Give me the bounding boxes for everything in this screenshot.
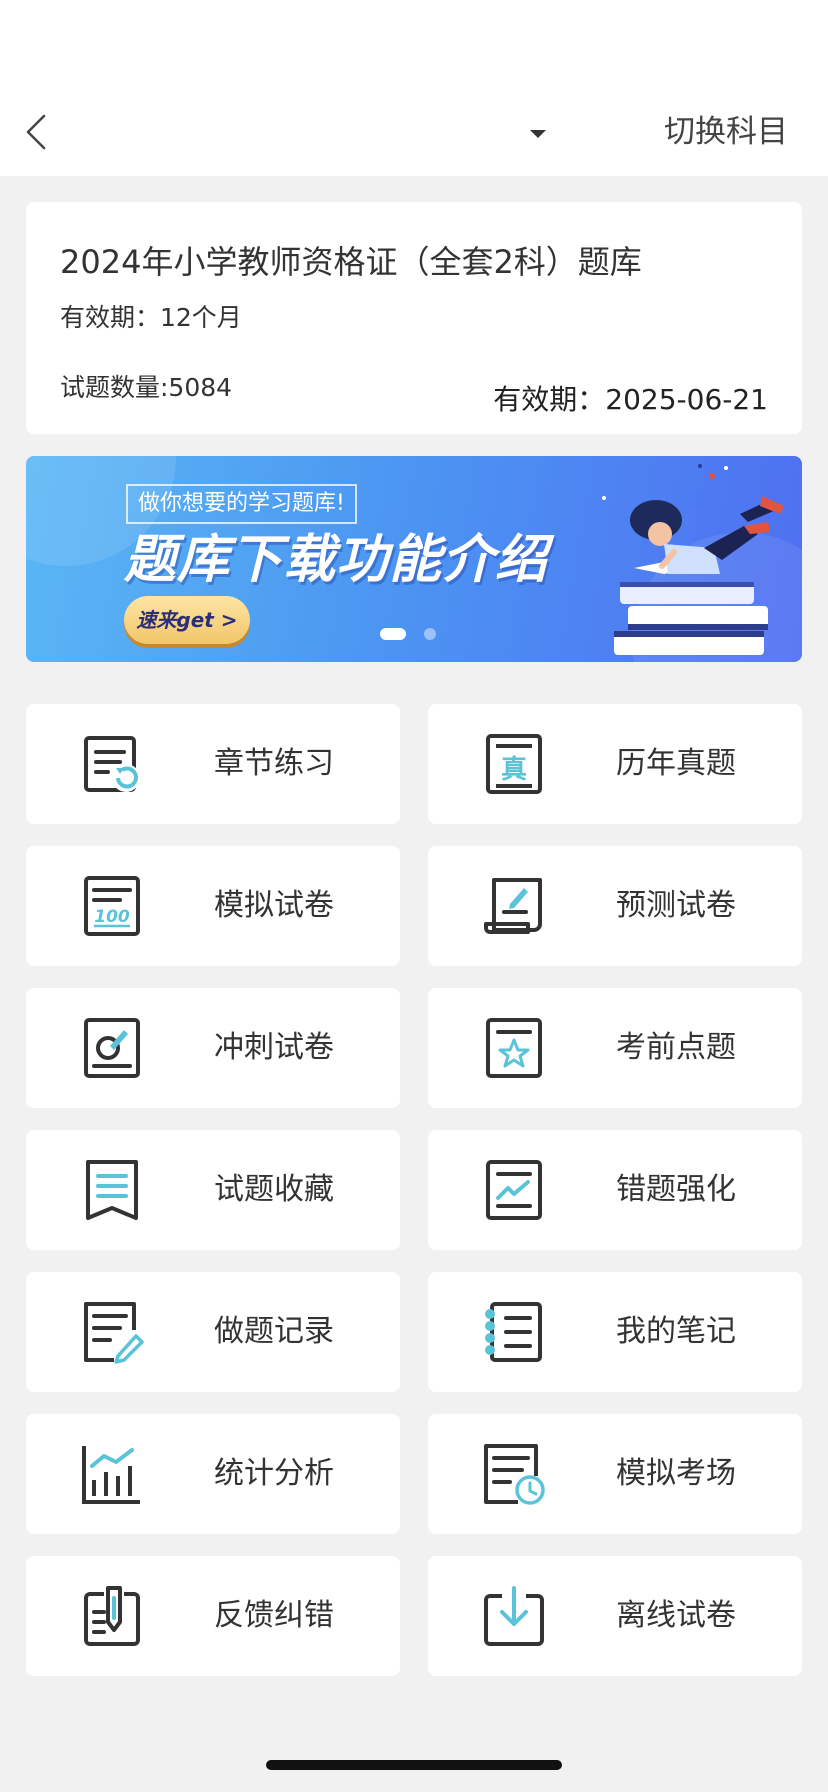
menu-chapter-practice[interactable]: 章节练习 (26, 704, 400, 824)
menu-label: 错题强化 (616, 1172, 736, 1207)
reading-girl-illustration (602, 464, 784, 655)
past-exams-icon: 真 (486, 734, 542, 794)
menu-past-exams[interactable]: 真 历年真题 (428, 704, 802, 824)
favorites-icon (86, 1160, 138, 1220)
subject-dropdown-button[interactable] (516, 114, 560, 154)
svg-text:100: 100 (94, 907, 130, 927)
svg-text:真: 真 (501, 755, 527, 785)
banner-cta-button[interactable]: 速来get > (124, 596, 250, 644)
menu-statistics[interactable]: 统计分析 (26, 1414, 400, 1534)
prediction-paper-icon (484, 878, 542, 934)
menu-label: 统计分析 (214, 1456, 334, 1491)
menu-label: 历年真题 (616, 746, 736, 781)
exam-info-card: 2024年小学教师资格证（全套2科）题库 有效期：12个月 试题数量:5084 … (26, 202, 802, 434)
expiry-date: 有效期：2025-06-21 (493, 383, 768, 416)
menu-sprint-paper[interactable]: 冲刺试卷 (26, 988, 400, 1108)
menu-offline-paper[interactable]: 离线试卷 (428, 1556, 802, 1676)
carousel-dot-active (380, 628, 406, 640)
menu-feedback[interactable]: 反馈纠错 (26, 1556, 400, 1676)
validity-period: 有效期：12个月 (60, 303, 242, 332)
menu-label: 离线试卷 (616, 1598, 736, 1633)
back-button[interactable] (14, 108, 62, 156)
menu-practice-record[interactable]: 做题记录 (26, 1272, 400, 1392)
banner-heading: 题库下载功能介绍 (124, 530, 549, 590)
menu-label: 模拟试卷 (214, 888, 334, 923)
feedback-icon (84, 1586, 140, 1646)
exam-title: 2024年小学教师资格证（全套2科）题库 (60, 243, 642, 281)
key-points-icon (486, 1018, 542, 1078)
chapter-practice-icon (84, 736, 140, 792)
menu-label: 冲刺试卷 (214, 1030, 334, 1065)
status-bar (0, 0, 828, 88)
menu-prediction-paper[interactable]: 预测试卷 (428, 846, 802, 966)
mock-paper-icon: 100 (84, 876, 140, 936)
question-count: 试题数量:5084 (60, 373, 233, 402)
menu-mock-exam-room[interactable]: 模拟考场 (428, 1414, 802, 1534)
notes-icon (485, 1302, 542, 1362)
carousel-dot (424, 628, 436, 640)
switch-subject-button[interactable]: 切换科目 (664, 112, 788, 152)
menu-favorites[interactable]: 试题收藏 (26, 1130, 400, 1250)
home-indicator (266, 1760, 562, 1770)
menu-wrong-questions[interactable]: 错题强化 (428, 1130, 802, 1250)
practice-record-icon (84, 1302, 144, 1364)
banner-tagline: 做你想要的学习题库! (126, 484, 357, 524)
menu-label: 章节练习 (214, 746, 334, 781)
menu-notes[interactable]: 我的笔记 (428, 1272, 802, 1392)
nav-bar: 切换科目 (0, 88, 828, 176)
menu-key-points[interactable]: 考前点题 (428, 988, 802, 1108)
menu-label: 我的笔记 (616, 1314, 736, 1349)
chevron-left-icon (26, 114, 46, 150)
wrong-questions-icon (486, 1160, 542, 1220)
sprint-paper-icon (84, 1018, 140, 1078)
menu-label: 考前点题 (616, 1030, 736, 1065)
caret-down-icon (530, 130, 546, 138)
menu-label: 反馈纠错 (214, 1598, 334, 1633)
promo-banner[interactable]: 做你想要的学习题库! 题库下载功能介绍 速来get > (26, 456, 802, 662)
menu-label: 模拟考场 (616, 1456, 736, 1491)
menu-label: 做题记录 (214, 1314, 334, 1349)
menu-mock-paper[interactable]: 100 模拟试卷 (26, 846, 400, 966)
menu-label: 预测试卷 (616, 888, 736, 923)
mock-exam-room-icon (484, 1444, 545, 1505)
offline-paper-icon (484, 1586, 544, 1646)
statistics-icon (82, 1446, 140, 1504)
menu-label: 试题收藏 (214, 1172, 334, 1207)
